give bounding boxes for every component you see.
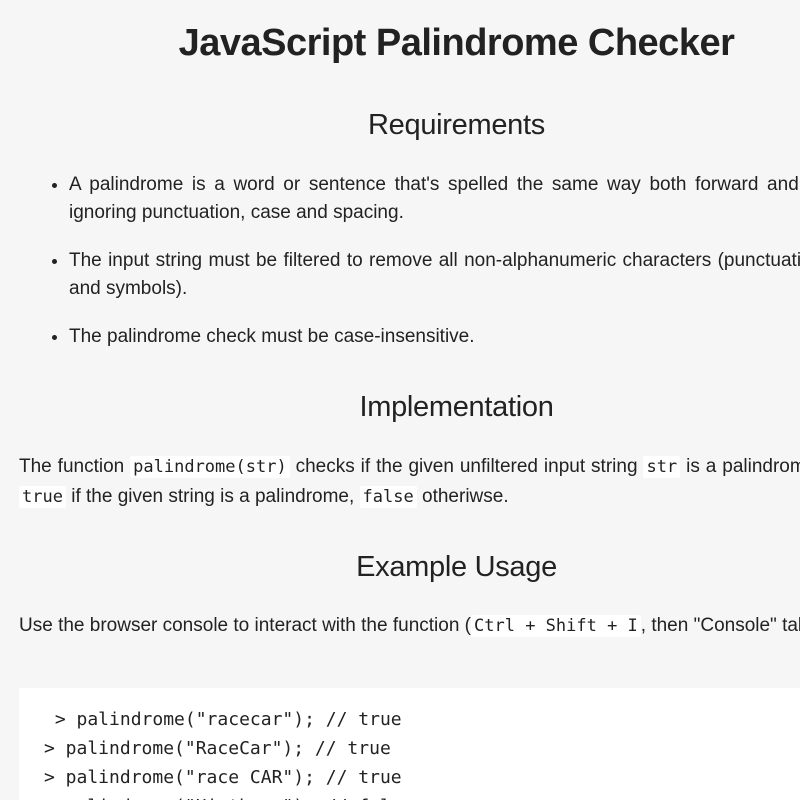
requirement-item: A palindrome is a word or sentence that'… <box>69 171 800 227</box>
example-text: Use the browser console to interact with… <box>19 615 471 636</box>
requirement-item: The palindrome check must be case-insens… <box>69 323 800 351</box>
page: JavaScript Palindrome Checker Requiremen… <box>0 0 800 800</box>
page-title: JavaScript Palindrome Checker <box>19 22 800 65</box>
requirement-item: The input string must be filtered to rem… <box>69 247 800 303</box>
keyboard-shortcut: Ctrl + Shift + I <box>471 615 641 637</box>
impl-text: The function <box>19 456 130 477</box>
impl-text: checks if the given unfiltered input str… <box>290 456 644 477</box>
code-line: > palindrome("Hi there"); // false <box>44 792 800 800</box>
code-line: > palindrome("racecar"); // true <box>44 705 800 734</box>
inline-code-false: false <box>360 486 417 508</box>
example-paragraph: Use the browser console to interact with… <box>19 611 800 641</box>
console-code-block: > palindrome("racecar"); // true> palind… <box>19 688 800 800</box>
impl-text: otheriwse. <box>417 486 509 507</box>
impl-text: is a palindrome. Returns <box>680 456 800 477</box>
implementation-paragraph: The function palindrome(str) checks if t… <box>19 452 800 512</box>
implementation-heading: Implementation <box>19 391 800 424</box>
requirements-list: A palindrome is a word or sentence that'… <box>19 171 800 371</box>
example-text: , then "Console" tab): <box>641 615 800 636</box>
code-line: > palindrome("race CAR"); // true <box>44 763 800 792</box>
inline-code-function: palindrome(str) <box>130 456 290 478</box>
code-line: > palindrome("RaceCar"); // true <box>44 734 800 763</box>
impl-text: if the given string is a palindrome, <box>66 486 360 507</box>
inline-code-str: str <box>643 456 680 478</box>
inline-code-true: true <box>19 486 66 508</box>
example-usage-heading: Example Usage <box>19 551 800 584</box>
requirements-heading: Requirements <box>19 109 800 142</box>
